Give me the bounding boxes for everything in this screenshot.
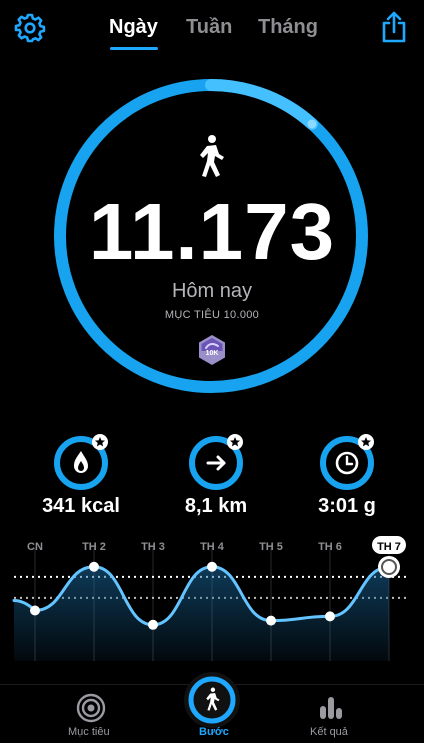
active-tab-indicator <box>110 47 158 50</box>
chart-day-label: TH 5 <box>259 541 283 553</box>
flame-icon[interactable] <box>52 434 110 492</box>
tab-tuan[interactable]: Tuần <box>186 16 232 39</box>
today-label: Hôm nay <box>171 280 253 302</box>
weekly-steps-chart[interactable]: CN TH 2 TH 3 TH 4 TH 5 TH 6 TH 7 <box>0 530 424 666</box>
chart-point <box>30 605 40 616</box>
share-icon[interactable] <box>378 10 410 44</box>
chart-point <box>207 561 217 572</box>
chart-point <box>148 619 158 630</box>
calories-value: 341 kcal <box>42 495 120 517</box>
chart-point <box>325 611 335 622</box>
chart-point <box>89 561 99 572</box>
walker-icon[interactable] <box>182 670 242 730</box>
chart-day-label: TH 7 <box>377 541 401 553</box>
nav-label-ket-qua[interactable]: Kết quả <box>310 726 348 738</box>
duration-value: 3:01 g <box>318 495 376 517</box>
tab-thang[interactable]: Tháng <box>258 16 318 39</box>
chart-day-label: TH 4 <box>200 541 225 553</box>
tab-ngay[interactable]: Ngày <box>109 16 158 39</box>
badge-label: 10K <box>205 350 219 357</box>
target-icon[interactable] <box>76 693 106 723</box>
chart-day-label: TH 2 <box>82 541 106 553</box>
chart-day-label: TH 3 <box>141 541 165 553</box>
clock-icon[interactable] <box>318 434 376 492</box>
nav-label-muc-tieu[interactable]: Mục tiêu <box>68 726 110 738</box>
chart-day-label: TH 6 <box>318 541 342 553</box>
chart-day-label: CN <box>27 541 43 553</box>
walker-icon <box>200 135 224 177</box>
distance-value: 8,1 km <box>184 495 248 517</box>
chart-point <box>266 615 276 626</box>
goal-label: MỤC TIÊU 10.000 <box>164 309 260 321</box>
arrow-right-icon[interactable] <box>187 434 245 492</box>
nav-label-buoc[interactable]: Bước <box>199 726 229 738</box>
gear-icon[interactable] <box>14 12 46 44</box>
step-count: 11.173 <box>88 187 336 276</box>
bar-chart-icon[interactable] <box>318 694 344 720</box>
